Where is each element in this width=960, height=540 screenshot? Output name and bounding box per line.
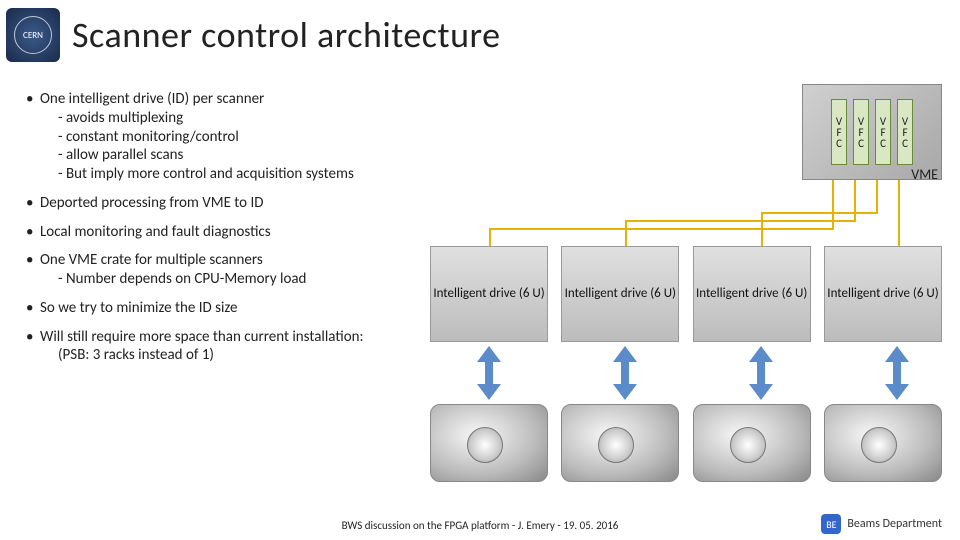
drives-row: Intelligent drive (6 U) Intelligent driv…: [430, 246, 942, 342]
department-label: BE Beams Department: [821, 514, 942, 534]
vfc-line: F: [858, 127, 863, 138]
bullet-item: One VME crate for multiple scanners - Nu…: [26, 251, 426, 289]
drive-label: Intelligent drive (6 U): [696, 286, 807, 302]
vfc-line: F: [836, 127, 841, 138]
intelligent-drive: Intelligent drive (6 U): [824, 246, 942, 342]
vfc-line: F: [880, 127, 885, 138]
intelligent-drive: Intelligent drive (6 U): [561, 246, 679, 342]
bullet-item: One intelligent drive (ID) per scanner -…: [26, 90, 426, 184]
bullet-item: Will still require more space than curre…: [26, 328, 426, 366]
vfc-line: C: [902, 138, 908, 149]
vme-label: VME: [911, 166, 938, 183]
vfc-slot: V F C: [831, 99, 847, 165]
scanner-motor-image: [430, 404, 548, 482]
connector: [761, 212, 763, 246]
bullet-sub: - allow parallel scans: [40, 146, 426, 165]
connector: [761, 212, 878, 214]
slide-header: CERN Scanner control architecture: [0, 0, 960, 62]
intelligent-drive: Intelligent drive (6 U): [430, 246, 548, 342]
vfc-line: V: [858, 116, 864, 127]
connector: [898, 180, 900, 238]
vfc-line: V: [880, 116, 886, 127]
scanner-motor-image: [824, 404, 942, 482]
slide-title: Scanner control architecture: [72, 13, 500, 57]
vfc-line: V: [836, 116, 842, 127]
connector: [832, 180, 834, 230]
bullet-sub: (PSB: 3 racks instead of 1): [40, 346, 426, 365]
vfc-line: C: [858, 138, 864, 149]
connector: [854, 180, 856, 222]
bullet-text: One intelligent drive (ID) per scanner: [40, 90, 264, 108]
bullet-item: So we try to minimize the ID size: [26, 299, 426, 318]
bullet-item: Local monitoring and fault diagnostics: [26, 223, 426, 242]
drive-label: Intelligent drive (6 U): [827, 286, 938, 302]
department-text: Beams Department: [847, 517, 942, 531]
bullet-text: Will still require more space than curre…: [40, 328, 364, 346]
cern-logo: CERN: [6, 8, 60, 62]
bullet-list: One intelligent drive (ID) per scanner -…: [26, 90, 426, 375]
logo-text: CERN: [23, 31, 43, 40]
drive-label: Intelligent drive (6 U): [565, 286, 676, 302]
bullet-text: Deported processing from VME to ID: [40, 194, 264, 212]
double-arrow-icon: [741, 346, 781, 400]
intelligent-drive: Intelligent drive (6 U): [693, 246, 811, 342]
double-arrow-icon: [605, 346, 645, 400]
connector: [489, 228, 491, 246]
motors-row: [430, 404, 942, 482]
connector: [489, 228, 834, 230]
bullet-item: Deported processing from VME to ID: [26, 194, 426, 213]
be-badge-icon: BE: [821, 514, 841, 534]
bullet-text: Local monitoring and fault diagnostics: [40, 223, 271, 241]
connector: [898, 236, 900, 246]
bullet-sub: - Number depends on CPU-Memory load: [40, 270, 426, 289]
vfc-line: V: [902, 116, 908, 127]
bullet-sub: - But imply more control and acquisition…: [40, 165, 426, 184]
vfc-slot: V F C: [897, 99, 913, 165]
vfc-line: F: [902, 127, 907, 138]
connector: [625, 220, 627, 246]
vfc-slot: V F C: [875, 99, 891, 165]
vfc-line: C: [880, 138, 886, 149]
vfc-line: C: [836, 138, 842, 149]
scanner-motor-image: [561, 404, 679, 482]
scanner-motor-image: [693, 404, 811, 482]
double-arrow-icon: [469, 346, 509, 400]
connector: [876, 180, 878, 214]
drive-label: Intelligent drive (6 U): [433, 286, 544, 302]
vfc-slot: V F C: [853, 99, 869, 165]
bullet-text: One VME crate for multiple scanners: [40, 251, 263, 269]
bullet-sub: - constant monitoring/control: [40, 128, 426, 147]
connector: [625, 220, 856, 222]
slide-footer: BWS discussion on the FPGA platform - J.…: [0, 519, 960, 532]
double-arrow-icon: [877, 346, 917, 400]
bullet-text: So we try to minimize the ID size: [40, 299, 237, 317]
bullet-sub: - avoids multiplexing: [40, 109, 426, 128]
